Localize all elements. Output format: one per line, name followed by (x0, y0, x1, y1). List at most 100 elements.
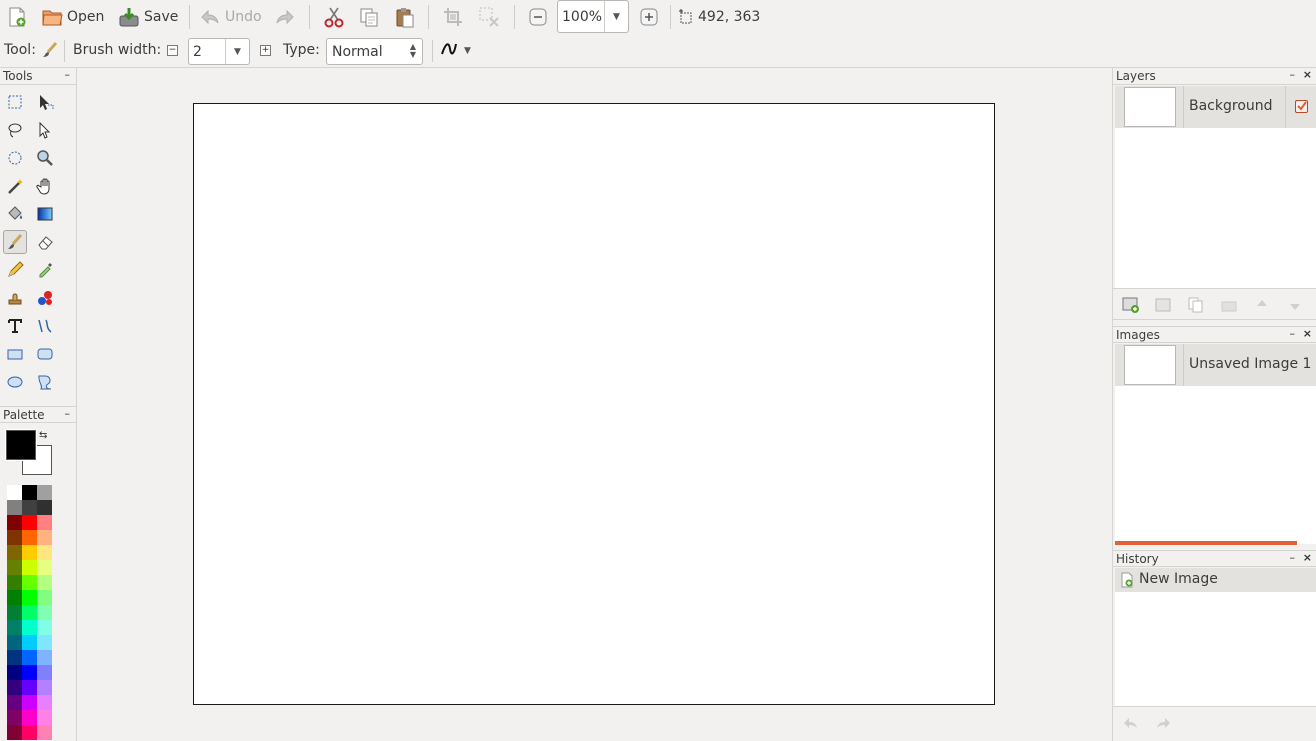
tool-ellipse[interactable] (3, 370, 27, 394)
palette-swatch[interactable] (7, 560, 22, 575)
palette-swatch[interactable] (37, 515, 52, 530)
palette-swatch[interactable] (22, 530, 37, 545)
palette-swatch[interactable] (37, 725, 52, 740)
redo-button[interactable] (274, 4, 296, 30)
tool-move-selection[interactable] (33, 118, 57, 142)
add-layer-icon[interactable] (1122, 296, 1140, 318)
palette-swatch[interactable] (37, 635, 52, 650)
tool-line-curve[interactable] (33, 314, 57, 338)
palette-swatch[interactable] (37, 620, 52, 635)
palette-swatch[interactable] (37, 560, 52, 575)
palette-swatch[interactable] (7, 605, 22, 620)
palette-swatch[interactable] (7, 545, 22, 560)
close-icon[interactable]: × (1303, 327, 1312, 340)
palette-swatch[interactable] (7, 695, 22, 710)
tool-recolor[interactable] (33, 286, 57, 310)
images-scrollbar[interactable] (1115, 541, 1297, 545)
minimize-icon[interactable]: – (1290, 327, 1296, 340)
palette-swatch[interactable] (22, 620, 37, 635)
type-combobox[interactable]: Normal ▲ ▼ (326, 38, 423, 65)
zoom-in-button[interactable] (638, 4, 660, 30)
tool-eraser[interactable] (33, 230, 57, 254)
zoom-combobox[interactable]: 100% ▼ (557, 0, 629, 33)
tool-magic-wand[interactable] (3, 174, 27, 198)
tool-gradient[interactable] (33, 202, 57, 226)
palette-swatch[interactable] (37, 485, 52, 500)
palette-swatch[interactable] (22, 650, 37, 665)
palette-swatch[interactable] (7, 575, 22, 590)
palette-swatch[interactable] (37, 500, 52, 515)
palette-swatch[interactable] (22, 710, 37, 725)
palette-swatch[interactable] (7, 620, 22, 635)
palette-swatch[interactable] (22, 515, 37, 530)
palette-swatch[interactable] (22, 635, 37, 650)
palette-swatch[interactable] (22, 665, 37, 680)
palette-swatch[interactable] (37, 545, 52, 560)
palette-swatch[interactable] (7, 500, 22, 515)
open-button[interactable]: Open (41, 4, 104, 30)
minimize-icon[interactable]: – (65, 407, 71, 420)
palette-swatch[interactable] (7, 680, 22, 695)
merge-layer-icon[interactable] (1220, 296, 1238, 318)
close-icon[interactable]: × (1303, 551, 1312, 564)
cut-button[interactable] (323, 4, 345, 30)
history-undo-icon[interactable] (1122, 715, 1140, 737)
tool-pencil[interactable] (3, 258, 27, 282)
swap-colors-icon[interactable]: ⇆ (39, 430, 47, 441)
close-icon[interactable]: × (1303, 68, 1312, 81)
palette-swatch[interactable] (7, 590, 22, 605)
tool-rectangle-select[interactable] (3, 90, 27, 114)
new-image-button[interactable] (6, 4, 28, 30)
palette-swatch[interactable] (22, 560, 37, 575)
save-button[interactable]: Save (118, 4, 178, 30)
tool-paintbrush[interactable] (3, 230, 27, 254)
tool-pan[interactable] (33, 174, 57, 198)
minimize-icon[interactable]: – (65, 68, 71, 81)
move-layer-down-icon[interactable] (1286, 296, 1304, 318)
move-layer-up-icon[interactable] (1253, 296, 1271, 318)
primary-color-swatch[interactable] (5, 429, 37, 461)
tool-text[interactable] (3, 314, 27, 338)
minimize-icon[interactable]: – (1290, 68, 1296, 81)
crop-to-selection-button[interactable] (442, 4, 464, 30)
brush-width-increase-button[interactable]: + (260, 45, 271, 56)
palette-swatch[interactable] (7, 635, 22, 650)
antialiasing-dropdown[interactable]: ▼ (440, 40, 478, 62)
tool-rounded-rectangle[interactable] (33, 342, 57, 366)
palette-swatch[interactable] (37, 650, 52, 665)
tool-rectangle[interactable] (3, 342, 27, 366)
palette-swatch[interactable] (7, 485, 22, 500)
palette-swatch[interactable] (22, 545, 37, 560)
tool-zoom[interactable] (33, 146, 57, 170)
palette-swatch[interactable] (37, 590, 52, 605)
palette-swatch[interactable] (7, 725, 22, 740)
copy-button[interactable] (358, 4, 380, 30)
palette-swatch[interactable] (7, 530, 22, 545)
paste-button[interactable] (394, 4, 416, 30)
brush-width-decrease-button[interactable]: − (167, 45, 178, 56)
palette-swatch[interactable] (37, 710, 52, 725)
palette-swatch[interactable] (22, 485, 37, 500)
palette-swatch[interactable] (7, 710, 22, 725)
palette-swatch[interactable] (22, 680, 37, 695)
palette-swatch[interactable] (7, 665, 22, 680)
deselect-button[interactable] (478, 4, 500, 30)
palette-swatch[interactable] (22, 695, 37, 710)
brush-width-combobox[interactable]: 2 ▼ (188, 38, 250, 65)
palette-swatch[interactable] (22, 590, 37, 605)
palette-swatch[interactable] (22, 575, 37, 590)
palette-swatch[interactable] (37, 575, 52, 590)
tool-clone-stamp[interactable] (3, 286, 27, 310)
palette-swatch[interactable] (37, 530, 52, 545)
tool-freeform-shape[interactable] (33, 370, 57, 394)
tool-color-picker[interactable] (33, 258, 57, 282)
layer-visibility-checkbox[interactable] (1295, 100, 1308, 113)
duplicate-layer-icon[interactable] (1187, 296, 1205, 318)
palette-swatch[interactable] (37, 605, 52, 620)
palette-swatch[interactable] (22, 605, 37, 620)
palette-swatch[interactable] (22, 725, 37, 740)
tool-lasso-select[interactable] (3, 118, 27, 142)
chevron-down-icon[interactable]: ▼ (225, 39, 249, 64)
chevron-down-icon[interactable]: ▼ (604, 1, 628, 32)
palette-swatch[interactable] (37, 680, 52, 695)
